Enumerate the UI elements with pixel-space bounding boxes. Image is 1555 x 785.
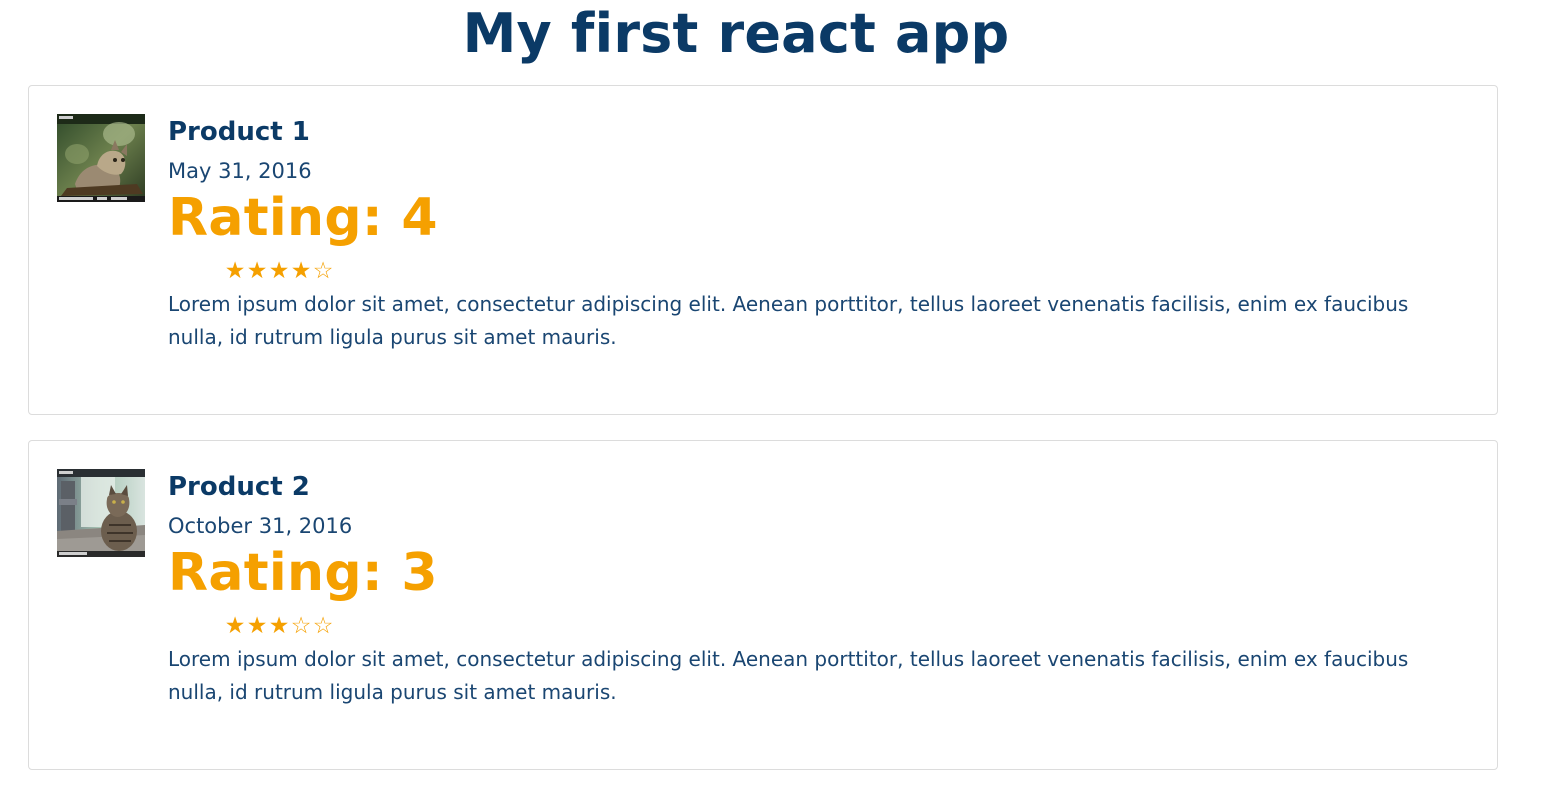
star-filled-icon: ★: [246, 613, 268, 639]
star-filled-icon: ★: [224, 613, 246, 639]
product-date: May 31, 2016: [168, 159, 312, 183]
star-empty-icon: ☆: [312, 258, 334, 284]
star-empty-icon: ☆: [290, 613, 312, 639]
page-title: My first react app: [462, 2, 1010, 65]
product-date: October 31, 2016: [168, 514, 353, 538]
wildcat-photo-icon: [57, 114, 145, 202]
product-card: Product 2 October 31, 2016 Rating: 3 ★ ★…: [28, 440, 1498, 770]
star-empty-icon: ☆: [312, 613, 334, 639]
product-card: Product 1 May 31, 2016 Rating: 4 ★ ★ ★ ★…: [28, 85, 1498, 415]
product-info: Product 1 May 31, 2016 Rating: 4 ★ ★ ★ ★…: [168, 114, 1458, 354]
star-rating: ★ ★ ★ ★ ☆: [224, 258, 1458, 284]
tabby-cat-photo-icon: [57, 469, 145, 557]
product-description: Lorem ipsum dolor sit amet, consectetur …: [168, 292, 1409, 349]
app-root: My first react app Product 1 May 31, 201…: [0, 0, 1555, 785]
star-filled-icon: ★: [224, 258, 246, 284]
star-filled-icon: ★: [290, 258, 312, 284]
product-image: [57, 469, 145, 557]
product-description: Lorem ipsum dolor sit amet, consectetur …: [168, 647, 1409, 704]
rating-heading: Rating: 3: [168, 543, 438, 603]
star-filled-icon: ★: [246, 258, 268, 284]
product-info: Product 2 October 31, 2016 Rating: 3 ★ ★…: [168, 469, 1458, 709]
star-filled-icon: ★: [268, 613, 290, 639]
product-image: [57, 114, 145, 202]
product-name: Product 1: [168, 117, 310, 147]
star-filled-icon: ★: [268, 258, 290, 284]
star-rating: ★ ★ ★ ☆ ☆: [224, 613, 1458, 639]
rating-heading: Rating: 4: [168, 188, 438, 248]
product-name: Product 2: [168, 472, 310, 502]
